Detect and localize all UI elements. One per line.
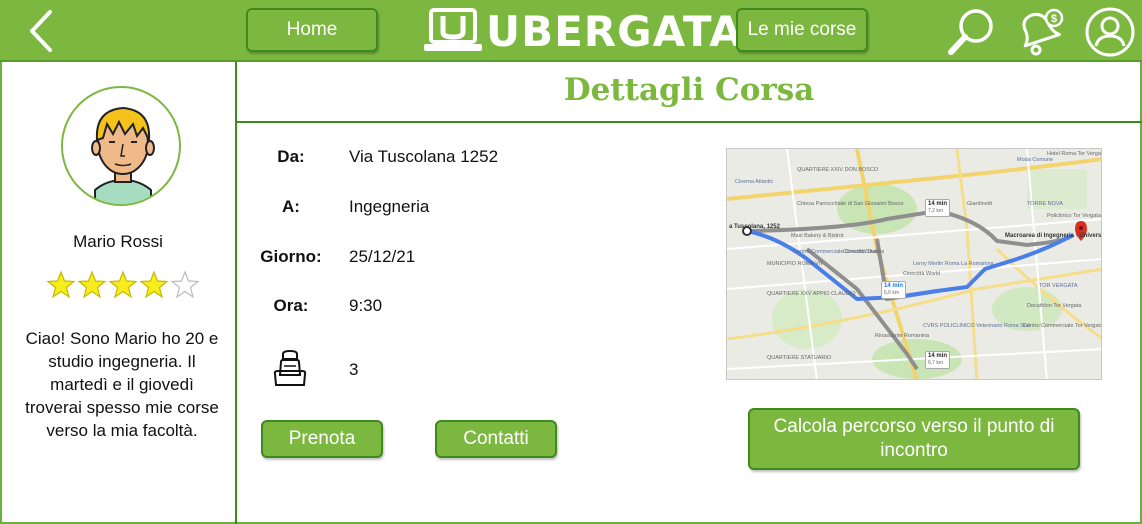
star-filled-icon [139,270,169,299]
map-place-label: TOR VERGATA [1039,283,1078,289]
car-seat-icon [273,350,307,386]
driver-avatar-icon [91,106,155,204]
map-place-label: CVRS POLICLINICO Veterinario Roma Sud [923,323,1030,329]
back-arrow-icon[interactable] [22,8,62,54]
map-place-label: QUARTIERE STATUARIO [767,355,832,361]
map-place-label: Policlinico Tor Vergata [1047,213,1102,219]
from-value: Via Tuscolana 1252 [349,147,499,166]
title-divider [236,121,1142,123]
to-value: Ingegneria [349,197,430,216]
map-place-label: MUNICIPIO ROMA VII [767,261,823,267]
map-duration-text: 14 min [884,283,904,289]
map-place-label: QUARTIERE XXV APPIO CLAUDIO [767,291,856,297]
driver-bio: Ciao! Sono Mario ho 20 e studio ingegner… [25,329,219,440]
map-distance-text: 7,2 km [928,208,944,214]
map-place-label: Hotel Roma Tor Vergata [1047,151,1102,157]
logo: UBERGATA [424,6,743,56]
top-bar: Home UBERGATA Le mie corse $ [0,0,1142,62]
seats-value: 3 [349,360,359,379]
contacts-button[interactable]: Contatti [435,420,557,458]
map-place-label: Maxi Bakery & Bistrot [791,233,844,239]
notification-bell-icon[interactable]: $ [1012,6,1064,58]
logo-text: UBERGATA [486,6,743,56]
map-place-label: QUARTIERE XXIV DON BOSCO [797,167,879,173]
frame-left-border [0,62,2,524]
time-label: Ora: [273,296,309,315]
map-route-duration-chip[interactable]: 14 min 6,6 km [881,281,907,299]
map-place-label: Cinecittà World [903,271,941,277]
search-icon[interactable] [946,6,998,58]
map-place-label: Moda Comune [1017,157,1054,163]
page-title: Dettagli Corsa [563,72,815,108]
map-destination-label: Macroarea di Ingegneria - Università di … [1005,233,1102,239]
map-distance-text: 6,6 km [884,290,900,296]
map-place-label: Chiesa Parrocchiale di San Giovanni Bosc… [797,201,904,207]
map-duration-text: 14 min [928,201,948,207]
route-map[interactable]: a Tuscolana, 1252 Macroarea di Ingegneria… [726,148,1102,380]
sidebar-divider [235,62,237,524]
map-place-label: Centro Commerciale Tor Vergata [1023,323,1102,329]
map-distance-text: 6,7 km [928,360,944,366]
from-label: Da: [277,147,305,166]
map-route-duration-chip[interactable]: 14 min 7,2 km [925,199,951,217]
user-profile-icon[interactable] [1084,6,1136,58]
day-value: 25/12/21 [349,247,416,266]
map-place-label: Rinascente Romanina [875,333,930,339]
driver-name: Mario Rossi [73,232,163,251]
star-filled-icon [46,270,76,299]
map-place-label: TORRE NOVA [1027,201,1063,207]
to-label: A: [282,197,300,216]
map-place-label: Giardinetti [967,201,993,207]
map-place-label: Leroy Merlin Roma La Romanina [913,261,994,267]
my-rides-button[interactable]: Le mie corse [736,8,868,52]
map-place-label: Cinema Atlantic [735,179,774,185]
laptop-logo-icon [424,8,482,51]
home-button[interactable]: Home [246,8,378,52]
map-route-duration-chip[interactable]: 14 min 6,7 km [925,351,951,369]
map-place-label: Decathlon Tor Vergata [1027,303,1082,309]
star-empty-icon [170,270,200,299]
time-value: 9:30 [349,296,383,315]
calculate-route-button[interactable]: Calcola percorso verso il punto di incon… [748,408,1080,470]
map-duration-text: 14 min [928,353,948,359]
star-filled-icon [77,270,107,299]
day-label: Giorno: [260,247,322,266]
rating-stars [46,270,200,304]
svg-text:$: $ [1051,13,1057,25]
map-origin-label: a Tuscolana, 1252 [729,224,780,230]
avatar [61,86,181,206]
star-filled-icon [108,270,138,299]
book-button[interactable]: Prenota [261,420,383,458]
map-place-label: Cinecittà Studios [843,249,885,255]
